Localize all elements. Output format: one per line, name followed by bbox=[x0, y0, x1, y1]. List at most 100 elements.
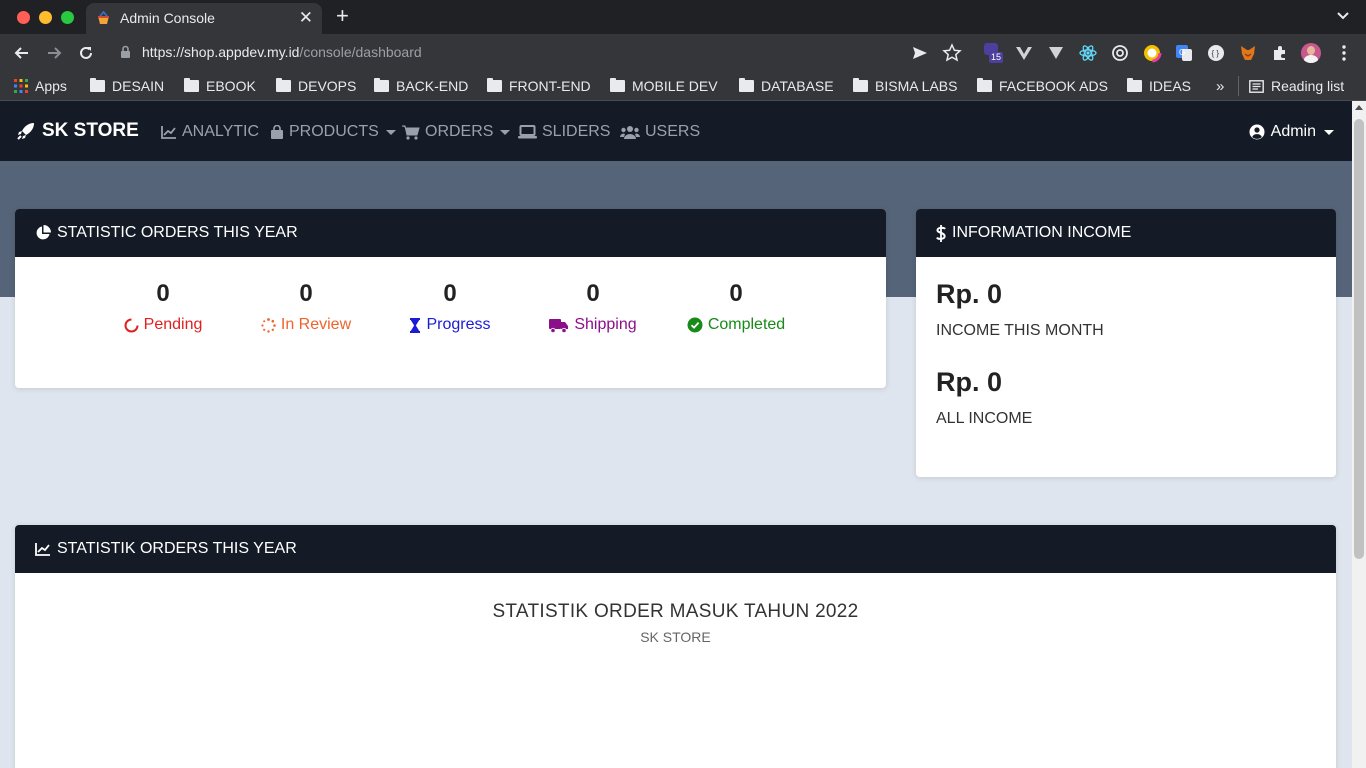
hourglass-icon bbox=[410, 317, 421, 333]
nav-analytic[interactable]: ANALYTIC bbox=[161, 123, 259, 141]
stat-shipping: 0 Shipping bbox=[523, 279, 663, 334]
extensions-puzzle-icon[interactable] bbox=[1270, 43, 1290, 63]
metamask-fox-icon[interactable] bbox=[1238, 43, 1258, 63]
nav-label: ORDERS bbox=[425, 123, 494, 140]
bookmark-folder-desain[interactable]: DESAIN bbox=[90, 77, 164, 95]
browser-menu-icon[interactable] bbox=[1334, 43, 1354, 63]
stat-label: Completed bbox=[666, 316, 806, 334]
bookmark-label: DEVOPS bbox=[298, 78, 357, 94]
bookmark-label: IDEAS bbox=[1149, 78, 1192, 94]
brand-name: SK STORE bbox=[42, 120, 139, 141]
bookmark-folder-front-end[interactable]: FRONT-END bbox=[487, 77, 591, 95]
caret-down-icon bbox=[500, 129, 511, 135]
scroll-up-arrow-icon[interactable] bbox=[1355, 105, 1363, 110]
bookmark-folder-facebook-ads[interactable]: FACEBOOK ADS bbox=[977, 77, 1108, 95]
bookmark-folder-devops[interactable]: DEVOPS bbox=[276, 77, 356, 95]
card-title: INFORMATION INCOME bbox=[952, 224, 1132, 241]
forward-arrow-icon[interactable] bbox=[44, 43, 64, 63]
bookmark-label: FRONT-END bbox=[509, 78, 591, 94]
json-viewer-icon[interactable]: { } bbox=[1206, 43, 1226, 63]
apps-grid-icon bbox=[14, 79, 28, 93]
bookmark-folder-ideas[interactable]: IDEAS bbox=[1127, 77, 1191, 95]
income-all-label: ALL INCOME bbox=[936, 410, 1033, 427]
truck-icon bbox=[549, 318, 569, 333]
bookmark-folder-bisma-labs[interactable]: BISMA LABS bbox=[853, 77, 957, 95]
bookmark-label: BISMA LABS bbox=[875, 78, 958, 94]
folder-icon bbox=[374, 78, 389, 92]
send-icon[interactable] bbox=[910, 43, 930, 63]
chart-line-icon bbox=[35, 543, 50, 556]
bookmark-star-icon[interactable] bbox=[942, 43, 962, 63]
stat-label: Pending bbox=[93, 316, 233, 334]
color-picker-icon[interactable] bbox=[1142, 43, 1162, 63]
statistik-orders-chart-card: STATISTIK ORDERS THIS YEAR STATISTIK ORD… bbox=[15, 525, 1336, 768]
more-bookmarks-button[interactable]: » bbox=[1216, 77, 1224, 95]
reload-icon[interactable] bbox=[76, 43, 96, 63]
back-arrow-icon[interactable] bbox=[12, 43, 32, 63]
bookmark-folder-database[interactable]: DATABASE bbox=[739, 77, 834, 95]
information-income-card: INFORMATION INCOME Rp. 0 INCOME THIS MON… bbox=[916, 209, 1336, 477]
rocket-icon bbox=[17, 123, 34, 140]
bookmark-label: Apps bbox=[35, 78, 67, 94]
pie-chart-icon bbox=[36, 225, 51, 240]
nav-users[interactable]: USERS bbox=[620, 123, 700, 141]
bookmark-label: EBOOK bbox=[206, 78, 256, 94]
address-bar[interactable]: https://shop.appdev.my.id/console/dashbo… bbox=[110, 37, 970, 68]
react-devtools-icon[interactable] bbox=[1078, 43, 1098, 63]
close-window-button[interactable] bbox=[17, 11, 30, 24]
folder-icon bbox=[977, 78, 992, 92]
close-tab-icon[interactable]: ✕ bbox=[299, 8, 313, 28]
reading-list-icon bbox=[1249, 79, 1264, 93]
google-translate-icon[interactable]: G bbox=[1174, 43, 1194, 63]
admin-user-dropdown[interactable]: Admin bbox=[1249, 123, 1334, 141]
nav-label: SLIDERS bbox=[542, 123, 611, 140]
vuetify-icon[interactable] bbox=[1046, 43, 1066, 63]
stat-label: In Review bbox=[236, 316, 376, 334]
dots-spinner-icon bbox=[261, 317, 276, 333]
admin-label: Admin bbox=[1270, 123, 1316, 140]
maximize-window-button[interactable] bbox=[61, 11, 74, 24]
scrollbar-thumb[interactable] bbox=[1354, 119, 1364, 559]
stat-progress: 0 Progress bbox=[380, 279, 520, 334]
bookmark-folder-ebook[interactable]: EBOOK bbox=[184, 77, 256, 95]
caret-down-icon bbox=[385, 129, 396, 135]
extension-badge-icon[interactable]: 15 bbox=[984, 43, 1004, 63]
profile-avatar[interactable] bbox=[1301, 43, 1321, 63]
vue-devtools-icon[interactable] bbox=[1014, 43, 1034, 63]
stat-label: Shipping bbox=[523, 316, 663, 334]
tab-search-chevron-icon[interactable] bbox=[1336, 8, 1350, 22]
bookmark-label: BACK-END bbox=[396, 78, 469, 94]
stat-label-text: Completed bbox=[707, 316, 786, 333]
nav-sliders[interactable]: SLIDERS bbox=[518, 123, 610, 141]
more-bookmarks-label: » bbox=[1216, 77, 1225, 95]
income-month-label: INCOME THIS MONTH bbox=[936, 322, 1104, 339]
shopping-bag-icon bbox=[271, 124, 283, 139]
bookmark-folder-back-end[interactable]: BACK-END bbox=[374, 77, 468, 95]
page-scrollbar[interactable] bbox=[1352, 101, 1366, 768]
nav-label: ANALYTIC bbox=[182, 123, 260, 140]
stat-label-text: In Review bbox=[280, 316, 352, 333]
folder-icon bbox=[853, 78, 868, 92]
stat-label-text: Pending bbox=[143, 316, 203, 333]
reading-list-label: Reading list bbox=[1271, 78, 1345, 94]
browser-tab[interactable]: Admin Console ✕ bbox=[86, 3, 322, 34]
stat-completed: 0 Completed bbox=[666, 279, 806, 334]
folder-icon bbox=[90, 78, 105, 92]
folder-icon bbox=[739, 78, 754, 92]
nav-products-dropdown[interactable]: PRODUCTS bbox=[270, 123, 396, 141]
card-header: STATISTIC ORDERS THIS YEAR bbox=[15, 209, 886, 257]
browser-tab-bar: Admin Console ✕ + bbox=[0, 0, 1366, 34]
nav-orders-dropdown[interactable]: ORDERS bbox=[402, 123, 511, 141]
bookmark-folder-mobile-dev[interactable]: MOBILE DEV bbox=[610, 77, 718, 95]
tab-title: Admin Console bbox=[120, 10, 215, 26]
card-header: INFORMATION INCOME bbox=[916, 209, 1336, 257]
new-tab-icon[interactable]: + bbox=[336, 4, 349, 28]
minimize-window-button[interactable] bbox=[39, 11, 52, 24]
brand-link[interactable]: SK STORE bbox=[16, 120, 139, 142]
bookmarks-bar: Apps DESAIN EBOOK DEVOPS BACK-END FRONT-… bbox=[0, 71, 1366, 101]
laptop-icon bbox=[518, 125, 537, 139]
target-icon[interactable] bbox=[1110, 43, 1130, 63]
bookmark-apps[interactable]: Apps bbox=[14, 77, 67, 95]
reading-list-button[interactable]: Reading list bbox=[1249, 77, 1344, 95]
card-header: STATISTIK ORDERS THIS YEAR bbox=[15, 525, 1336, 573]
